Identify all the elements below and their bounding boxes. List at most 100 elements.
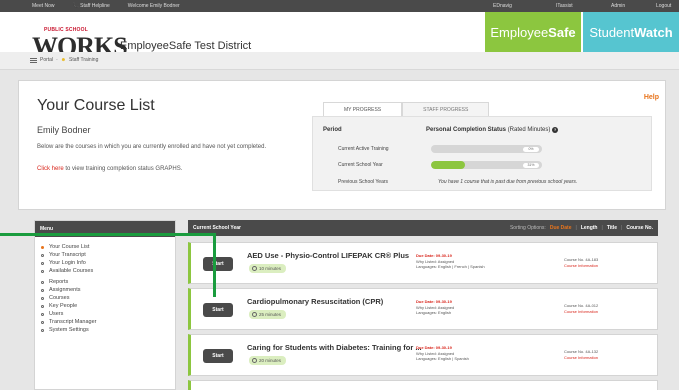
person-icon: ☻ — [60, 57, 66, 63]
duration-text: 20 minutes — [259, 358, 282, 363]
breadcrumb-staff-training[interactable]: Staff Training — [69, 57, 98, 63]
sort-due-date[interactable]: Due Date — [550, 225, 572, 231]
studentwatch-tab[interactable]: Student Watch — [583, 12, 679, 52]
start-button[interactable]: Start — [203, 257, 233, 271]
tab-staff-progress[interactable]: STAFF PROGRESS — [402, 102, 490, 116]
progress-bar-active: 0% — [431, 145, 542, 153]
breadcrumb-portal[interactable]: Portal — [40, 57, 53, 63]
staff-helpline-link[interactable]: 📞 Staff Helpline — [73, 3, 110, 9]
user-name: Emily Bodner — [37, 125, 91, 135]
course-card-partial — [188, 380, 658, 390]
logout-link[interactable]: Logout — [656, 3, 671, 9]
progress-fill-current — [431, 161, 466, 169]
menu-item-label: Transcript Manager — [49, 319, 97, 325]
course-meta: Due Date: 09-30-19 Why Listed: Assigned … — [416, 345, 469, 362]
graphs-link-rest: to view training completion status GRAPH… — [63, 166, 183, 172]
menu-item-label: System Settings — [49, 327, 89, 333]
menu-item-your-course-list[interactable]: Your Course List — [41, 244, 89, 250]
menu-item-courses[interactable]: Courses — [41, 295, 69, 301]
menu-item-label: Key People — [49, 303, 78, 309]
progress-value-active: 0% — [523, 146, 539, 152]
menu-item-key-people[interactable]: Key People — [41, 303, 77, 309]
sort-course-no[interactable]: Course No. — [626, 225, 653, 231]
period-label-previous: Previous School Years — [338, 179, 389, 185]
employeesafe-tab-b: Safe — [548, 24, 576, 40]
menu-item-label: Your Login Info — [49, 260, 86, 266]
languages: Languages: English — [416, 310, 452, 315]
status-header-sub: (Rated Minutes) — [507, 127, 551, 133]
annotation-line-vertical — [213, 233, 216, 297]
sort-title[interactable]: Title — [607, 225, 617, 231]
progress-box: Period Personal Completion Status (Rated… — [312, 116, 652, 191]
sort-separator: | — [575, 225, 577, 231]
period-header: Period — [323, 127, 342, 133]
welcome-text: Welcome Emily Bodner — [127, 3, 180, 9]
admin-link[interactable]: Admin — [611, 3, 625, 9]
start-button[interactable]: Start — [203, 303, 233, 317]
duration-text: 25 minutes — [259, 312, 282, 317]
menu-item-label: Reports — [49, 279, 69, 285]
menu-item-available-courses[interactable]: Available Courses — [41, 268, 93, 274]
sort-label: Sorting Options: — [509, 225, 546, 231]
sort-options: Sorting Options: Due Date | Length | Tit… — [510, 225, 653, 231]
sort-separator: | — [621, 225, 623, 231]
help-link[interactable]: Help — [644, 94, 659, 101]
question-icon[interactable]: ? — [552, 127, 559, 133]
itassist-link[interactable]: ITassist — [556, 3, 573, 9]
progress-tabs: MY PROGRESS STAFF PROGRESS — [323, 102, 490, 116]
course-info-link[interactable]: Course Information — [564, 263, 598, 269]
menu-item-transcript-manager[interactable]: Transcript Manager — [41, 319, 96, 325]
bullet-icon — [41, 304, 44, 308]
menu-item-users[interactable]: Users — [41, 311, 63, 317]
course-meta: Due Date: 09-30-19 Why Listed: Assigned … — [416, 299, 454, 316]
languages: Languages: English | French | Spanish — [416, 264, 485, 269]
course-card: Start Caring for Students with Diabetes:… — [188, 334, 658, 376]
bullet-icon — [41, 245, 44, 249]
progress-value-current: 31% — [523, 162, 539, 168]
studentwatch-tab-b: Watch — [634, 24, 673, 40]
course-title[interactable]: Caring for Students with Diabetes: Train… — [247, 343, 422, 352]
graphs-link[interactable]: Click here — [37, 166, 64, 172]
menu-item-label: Users — [49, 311, 64, 317]
progress-bar-current: 31% — [431, 161, 542, 169]
menu-item-assignments[interactable]: Assignments — [41, 287, 81, 293]
duration-text: 10 minutes — [259, 266, 282, 271]
breadcrumb-separator: · — [56, 57, 58, 63]
tab-my-progress[interactable]: MY PROGRESS — [323, 102, 403, 116]
course-title[interactable]: AED Use - Physio-Control LIFEPAK CR® Plu… — [247, 251, 409, 260]
status-header-title: Personal Completion Status — [426, 127, 507, 133]
languages: Languages: English | Spanish — [416, 356, 469, 361]
breadcrumb: Portal · ☻ Staff Training — [30, 57, 98, 63]
menu-item-label: Courses — [49, 295, 70, 301]
course-info-link[interactable]: Course Information — [564, 309, 598, 315]
due-date: Due Date: 09-30-19 — [416, 299, 452, 304]
bullet-icon — [41, 253, 44, 257]
hamburger-icon[interactable] — [30, 57, 37, 63]
clock-icon — [252, 266, 257, 271]
employeesafe-tab-a: Employee — [490, 24, 549, 40]
annotation-line-horizontal — [0, 233, 216, 236]
sort-length[interactable]: Length — [581, 225, 598, 231]
menu-item-system-settings[interactable]: System Settings — [41, 327, 89, 333]
course-number: Course No. 4A-183 — [564, 257, 599, 262]
menu-item-your-transcript[interactable]: Your Transcript — [41, 252, 86, 258]
sort-separator: | — [601, 225, 603, 231]
course-number-block: Course No. 4A-012 Course Information — [564, 303, 598, 314]
employeesafe-tab[interactable]: Employee Safe — [485, 12, 581, 52]
start-button[interactable]: Start — [203, 349, 233, 363]
clock-icon — [252, 312, 257, 317]
staff-helpline-label: Staff Helpline — [80, 3, 110, 9]
meet-now-link[interactable]: Meet Now — [32, 3, 55, 9]
course-info-link[interactable]: Course Information — [564, 355, 598, 361]
bullet-icon — [41, 288, 44, 292]
studentwatch-tab-a: Student — [589, 24, 635, 40]
menu-item-label: Assignments — [49, 287, 81, 293]
duration-badge: 25 minutes — [249, 310, 287, 319]
course-number-block: Course No. 4A-183 Course Information — [564, 257, 598, 268]
course-title[interactable]: Cardiopulmonary Resuscitation (CPR) — [247, 297, 383, 306]
status-header: Personal Completion Status (Rated Minute… — [426, 127, 559, 133]
menu-item-your-login-info[interactable]: Your Login Info — [41, 260, 86, 266]
menu-item-reports[interactable]: Reports — [41, 279, 68, 285]
ednavig-link[interactable]: EDnavig — [493, 3, 512, 9]
courses-header-title: Current School Year — [193, 225, 241, 231]
